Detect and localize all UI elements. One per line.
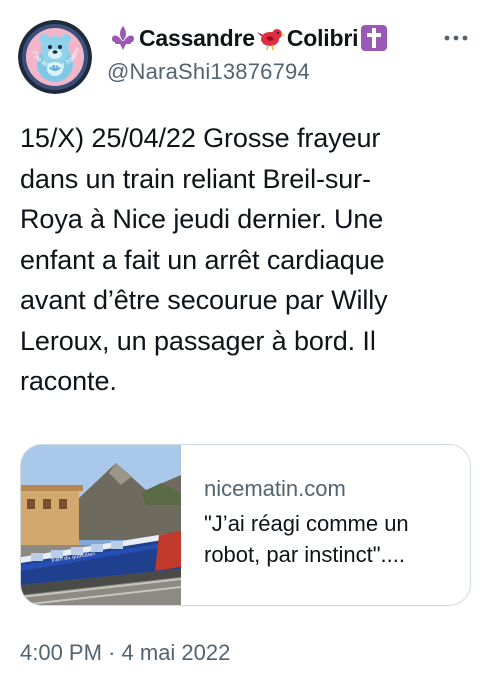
display-name[interactable]: Cassandre Colibri bbox=[107, 24, 390, 52]
more-options-button[interactable] bbox=[440, 24, 472, 52]
avatar-image: i've lost my haemorrhoid cream bbox=[18, 20, 92, 94]
bird-icon bbox=[256, 24, 285, 52]
user-handle[interactable]: @NaraShi13876794 bbox=[107, 59, 472, 85]
meta-separator: · bbox=[108, 640, 116, 665]
tweet-text-line: dans un train reliant Breil-sur- bbox=[20, 163, 371, 194]
tweet-text-line: enfant a fait un arrêt cardiaque bbox=[20, 244, 385, 275]
tweet-text-line: Roya à Nice jeudi dernier. Une bbox=[20, 204, 384, 234]
display-name-text-1: Cassandre bbox=[139, 24, 255, 51]
latin-cross-icon bbox=[360, 24, 388, 52]
card-title-line: "J’ai réagi comme un bbox=[204, 511, 409, 536]
tweet-date: 4 mai 2022 bbox=[121, 640, 231, 665]
card-body[interactable]: nicematin.com "J’ai réagi comme un robot… bbox=[181, 445, 409, 605]
name-row: Cassandre Colibri bbox=[107, 22, 472, 54]
card-title: "J’ai réagi comme un robot, par instinct… bbox=[204, 508, 409, 570]
tweet-text-line: raconte. bbox=[20, 366, 117, 396]
tweet-time: 4:00 PM bbox=[20, 640, 102, 665]
card-title-line: robot, par instinct".... bbox=[204, 542, 406, 567]
avatar[interactable]: i've lost my haemorrhoid cream bbox=[18, 20, 92, 94]
timestamp-link[interactable]: 4:00 PM · 4 mai 2022 bbox=[20, 640, 230, 665]
more-icon bbox=[444, 35, 468, 41]
link-card[interactable]: Train du quotidien nicematin.com "J’ai r… bbox=[20, 444, 471, 606]
tweet-text-line: Leroux, un passager à bord. Il bbox=[20, 325, 376, 356]
tweet-timestamp: 4:00 PM · 4 mai 2022 bbox=[20, 640, 230, 666]
tweet-header: Cassandre Colibri @NaraShi13876794 bbox=[107, 22, 472, 85]
tweet-text-line: 15/X) 25/04/22 Grosse frayeur bbox=[20, 123, 381, 153]
tweet-text: 15/X) 25/04/22 Grosse frayeur dans un tr… bbox=[20, 118, 476, 402]
display-name-text-2: Colibri bbox=[286, 24, 359, 51]
card-domain: nicematin.com bbox=[204, 476, 346, 501]
card-thumbnail[interactable]: Train du quotidien bbox=[21, 445, 181, 605]
tweet-text-line: avant d’être secourue par Willy bbox=[20, 285, 388, 315]
tweet: i've lost my haemorrhoid cream Cassandre bbox=[0, 0, 492, 698]
fleur-de-lis-icon bbox=[109, 24, 137, 52]
